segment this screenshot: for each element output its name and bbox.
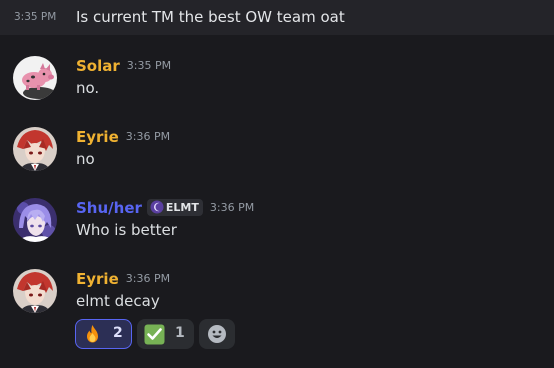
author-name[interactable]: Eyrie <box>76 128 119 146</box>
author-name[interactable]: Solar <box>76 57 120 75</box>
compact-message-row[interactable]: 3:35 PM Is current TM the best OW team o… <box>0 0 554 35</box>
message-list: 3:35 PM Is current TM the best OW team o… <box>0 0 554 368</box>
message-content: no. <box>76 79 100 97</box>
message-timestamp: 3:35 PM <box>14 11 57 23</box>
white-check-mark-icon <box>144 324 165 345</box>
message-header: Eyrie 3:36 PM <box>76 127 170 146</box>
message-timestamp: 3:36 PM <box>209 201 255 214</box>
message-timestamp: 3:36 PM <box>125 130 171 143</box>
fire-icon <box>82 324 103 345</box>
reaction-fire[interactable]: 2 <box>75 319 132 349</box>
add-reaction-button[interactable] <box>199 319 235 349</box>
server-tag[interactable]: ELMT <box>146 199 203 216</box>
message-timestamp: 3:36 PM <box>125 272 171 285</box>
smiley-face-icon <box>208 325 226 343</box>
message-content: Who is better <box>76 221 177 239</box>
message-header: Eyrie 3:36 PM <box>76 269 170 288</box>
anime-character-avatar[interactable] <box>13 198 57 242</box>
message-content: elmt decay <box>76 292 160 310</box>
message-content: no <box>76 150 95 168</box>
reaction-count: 1 <box>175 325 185 341</box>
anime-character-avatar[interactable] <box>13 127 57 171</box>
server-tag-label: ELMT <box>165 201 199 214</box>
author-name[interactable]: Shu/her <box>76 199 142 217</box>
reaction-check[interactable]: 1 <box>137 319 194 349</box>
pig-avatar[interactable] <box>13 56 57 100</box>
message-content: Is current TM the best OW team oat <box>76 8 345 26</box>
crescent-moon-icon <box>150 200 164 214</box>
reaction-count: 2 <box>113 325 123 341</box>
anime-character-avatar[interactable] <box>13 269 57 313</box>
message-header: Solar 3:35 PM <box>76 56 171 75</box>
message-timestamp: 3:35 PM <box>126 59 172 72</box>
author-name[interactable]: Eyrie <box>76 270 119 288</box>
message-header: Shu/her ELMT 3:36 PM <box>76 198 254 217</box>
